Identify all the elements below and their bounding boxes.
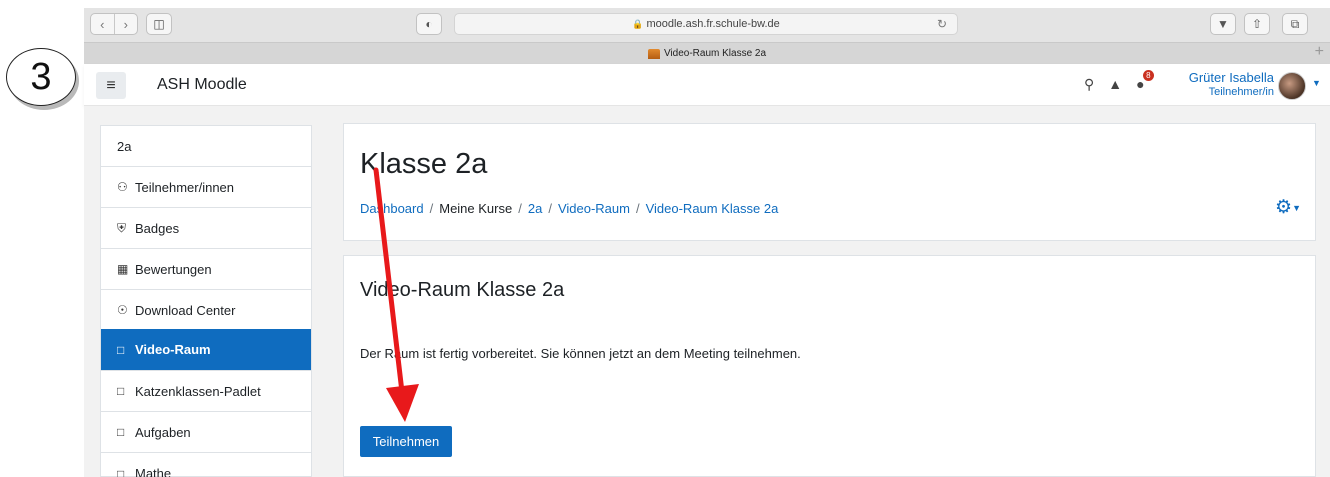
breadcrumb-separator: / — [548, 201, 552, 216]
breadcrumb-separator: / — [635, 201, 640, 216]
step-number-badge: 3 — [6, 48, 76, 106]
browser-toolbar: ‹ › ◫ ◐ 🔒 moodle.ash.fr.schule-bw.de ↻ ▼… — [84, 8, 1330, 64]
user-role: Teilnehmer/in — [1208, 86, 1274, 98]
sidebar-item-badges[interactable]: ⛨ Badges — [101, 208, 311, 249]
folder-icon: □ — [117, 466, 125, 477]
browser-tab-title: Video-Raum Klasse 2a — [663, 48, 767, 59]
message-count-badge: 8 — [1143, 70, 1154, 81]
reload-icon[interactable]: ↻ — [937, 17, 947, 31]
new-tab-icon[interactable]: + — [1315, 43, 1324, 61]
shield-icon: ⛨ — [117, 220, 127, 235]
course-navigation-drawer: 2a ⚇ Teilnehmer/innen ⛨ Badges ▦ Bewertu… — [100, 125, 312, 477]
breadcrumb-section[interactable]: Video-Raum — [558, 201, 630, 216]
sidebar-item-katzenklassen-padlet[interactable]: □ Katzenklassen-Padlet — [101, 371, 311, 412]
sidebar-item-label: Teilnehmer/innen — [135, 179, 235, 195]
history-buttons: ‹ › — [90, 13, 138, 35]
gear-icon[interactable]: ⚙▼ — [1275, 196, 1301, 219]
messages-icon[interactable]: ● 8 — [1136, 70, 1154, 93]
user-menu[interactable]: Grüter Isabella Teilnehmer/in — [1179, 70, 1274, 100]
browser-tab[interactable]: Video-Raum Klasse 2a — [84, 42, 1330, 64]
sidebar-item-participants[interactable]: ⚇ Teilnehmer/innen — [101, 167, 311, 208]
breadcrumb-dashboard[interactable]: Dashboard — [360, 201, 424, 216]
user-name: Grüter Isabella — [1188, 70, 1274, 85]
folder-icon: □ — [117, 342, 125, 357]
folder-icon: □ — [117, 384, 125, 398]
breadcrumb-course[interactable]: 2a — [528, 201, 542, 216]
download-icon: ☉ — [117, 303, 128, 317]
breadcrumb-my-courses: Meine Kurse — [439, 201, 513, 216]
menu-toggle-icon[interactable]: ≡ — [96, 72, 126, 99]
chevron-down-icon[interactable]: ▼ — [1312, 78, 1321, 88]
activity-heading: Video-Raum Klasse 2a — [360, 279, 565, 301]
tabs-overview-icon[interactable]: ⧉ — [1282, 13, 1308, 35]
folder-icon: □ — [117, 425, 125, 439]
breadcrumb-separator: / — [429, 201, 434, 216]
lock-icon: 🔒 — [632, 18, 644, 29]
address-bar[interactable]: 🔒 moodle.ash.fr.schule-bw.de ↻ — [454, 13, 958, 35]
sidebar-item-label: 2a — [117, 138, 132, 154]
sidebar-item-label: Video-Raum — [135, 342, 211, 357]
breadcrumb-separator: / — [518, 201, 522, 216]
table-icon: ▦ — [117, 262, 129, 276]
activity-content-card: Video-Raum Klasse 2a Der Raum ist fertig… — [343, 255, 1316, 477]
site-name[interactable]: ASH Moodle — [157, 76, 247, 94]
share-icon[interactable]: ⇧ — [1244, 13, 1270, 35]
notifications-bell-icon[interactable]: ▲ — [1108, 76, 1122, 93]
moodle-navbar: ≡ ASH Moodle ⚲ ▲ ● 8 Grüter Isabella Teil… — [84, 64, 1330, 106]
join-meeting-button[interactable]: Teilnehmen — [360, 426, 452, 457]
sidebar-item-video-raum[interactable]: □ Video-Raum — [101, 329, 311, 371]
sidebar-item-label: Aufgaben — [135, 424, 191, 440]
sidebar-item-grades[interactable]: ▦ Bewertungen — [101, 249, 311, 290]
sidebar-item-label: Mathe — [135, 466, 172, 477]
breadcrumb-activity[interactable]: Video-Raum Klasse 2a — [646, 201, 779, 216]
sidebar-item-download-center[interactable]: ☉ Download Center — [101, 290, 311, 331]
screenshot: 3 ‹ › ◫ ◐ 🔒 moodle.ash.fr.schule-bw.de ↻… — [0, 0, 1330, 477]
chevron-down-icon: ▼ — [1292, 202, 1301, 213]
forward-icon[interactable]: › — [115, 14, 138, 34]
back-icon[interactable]: ‹ — [91, 14, 115, 34]
navbar-icons: ⚲ ▲ ● 8 — [1084, 70, 1154, 93]
page-title: Klasse 2a — [360, 148, 488, 180]
sidebar-toggle-icon[interactable]: ◫ — [146, 13, 172, 35]
page-header-card: Klasse 2a Dashboard / Meine Kurse / 2a / Video… — [343, 123, 1316, 241]
search-icon[interactable]: ⚲ — [1084, 76, 1094, 93]
users-icon: ⚇ — [117, 180, 128, 194]
avatar[interactable] — [1278, 72, 1306, 100]
sidebar-item-mathe[interactable]: □ Mathe — [101, 453, 311, 477]
sidebar-item-course[interactable]: 2a — [101, 126, 311, 167]
sidebar-item-label: Katzenklassen-Padlet — [135, 383, 261, 399]
meeting-ready-message: Der Raum ist fertig vorbereitet. Sie kön… — [360, 346, 801, 361]
address-bar-url: moodle.ash.fr.schule-bw.de — [646, 18, 780, 30]
sidebar-item-label: Download Center — [135, 302, 236, 318]
sidebar-item-label: Badges — [135, 220, 180, 236]
moodle-favicon-icon — [647, 48, 660, 59]
sidebar-item-label: Bewertungen — [135, 261, 212, 277]
downloads-icon[interactable]: ▼ — [1210, 13, 1236, 35]
sidebar-item-aufgaben[interactable]: □ Aufgaben — [101, 412, 311, 453]
breadcrumb: Dashboard / Meine Kurse / 2a / Video-Raum / Vide… — [360, 201, 778, 216]
privacy-shield-icon[interactable]: ◐ — [416, 13, 442, 35]
